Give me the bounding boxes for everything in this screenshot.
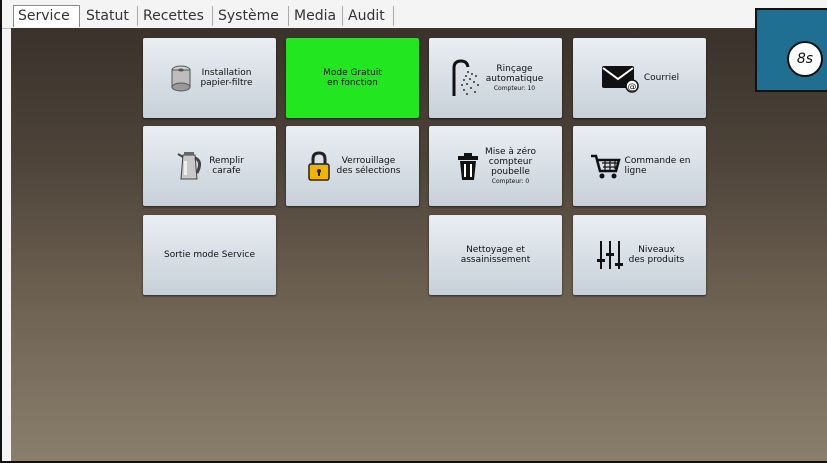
remplir-label-2: carafe [212, 166, 241, 176]
tab-recettes[interactable]: Recettes [139, 6, 213, 26]
courriel-label: Courriel [643, 73, 680, 83]
courriel-button[interactable]: @ Courriel [573, 38, 706, 118]
niveaux-label-2: des produits [628, 255, 685, 265]
tab-statut[interactable]: Statut [82, 6, 138, 26]
tab-audit[interactable]: Audit [344, 6, 394, 26]
installation-papier-filtre-button[interactable]: Installation papier-filtre [143, 38, 276, 118]
poubelle-counter: Compteur: 0 [491, 178, 530, 185]
service-panel: Installation papier-filtre Mode Gratuit … [11, 28, 827, 461]
timer-box: 8s [755, 8, 827, 92]
trash-icon [455, 150, 481, 182]
shower-icon [448, 58, 482, 98]
sortie-label: Sortie mode Service [164, 250, 255, 260]
tab-service[interactable]: Service [13, 5, 80, 27]
verrouillage-label-2: des sélections [336, 166, 401, 176]
sortie-mode-service-button[interactable]: Sortie mode Service [143, 215, 276, 295]
mise-zero-label-3: poubelle [491, 167, 530, 177]
mode-gratuit-label-1: Mode Gratuit [323, 68, 382, 78]
remplir-carafe-button[interactable]: Remplir carafe [143, 126, 276, 206]
padlock-icon [305, 150, 333, 182]
rincage-label-1: Rinçage [496, 64, 533, 74]
verrouillage-label-1: Verrouillage [341, 156, 396, 166]
cart-icon [589, 152, 621, 180]
mode-gratuit-label-2: en fonction [327, 78, 378, 88]
sliders-icon [595, 239, 625, 271]
kettle-icon [175, 149, 205, 183]
nettoyage-label-1: Nettoyage et [466, 245, 525, 255]
svg-text:@: @ [627, 83, 636, 93]
verrouillage-selections-button[interactable]: Verrouillage des sélections [286, 126, 419, 206]
tab-bar: Service Statut Recettes Système Media Au… [2, 0, 827, 29]
filter-roll-icon [166, 63, 196, 93]
remplir-label-1: Remplir [209, 156, 244, 166]
niveaux-produits-button[interactable]: Niveaux des produits [573, 215, 706, 295]
commande-en-ligne-button[interactable]: Commande en ligne [573, 126, 706, 206]
countdown-timer: 8s [787, 41, 823, 77]
rincage-automatique-button[interactable]: Rinçage automatique Compteur: 10 [429, 38, 562, 118]
mise-zero-label-1: Mise à zéro [485, 147, 536, 157]
nettoyage-label-2: assainissement [460, 255, 531, 265]
niveaux-label-1: Niveaux [638, 245, 675, 255]
tab-media[interactable]: Media [290, 6, 343, 26]
installation-label-2: papier-filtre [200, 78, 253, 88]
rincage-counter: Compteur: 10 [493, 85, 536, 92]
mode-gratuit-button[interactable]: Mode Gratuit en fonction [286, 38, 419, 118]
mise-a-zero-poubelle-button[interactable]: Mise à zéro compteur poubelle Compteur: … [429, 126, 562, 206]
commande-label-2: ligne [624, 166, 647, 176]
mise-zero-label-2: compteur [488, 157, 533, 167]
rincage-label-2: automatique [485, 74, 544, 84]
commande-label-1: Commande en [624, 156, 691, 166]
kiosk-screen: Service Statut Recettes Système Media Au… [0, 0, 827, 463]
email-icon: @ [600, 62, 640, 94]
installation-label-1: Installation [201, 68, 252, 78]
nettoyage-assainissement-button[interactable]: Nettoyage et assainissement [429, 215, 562, 295]
tab-systeme[interactable]: Système [214, 6, 289, 26]
